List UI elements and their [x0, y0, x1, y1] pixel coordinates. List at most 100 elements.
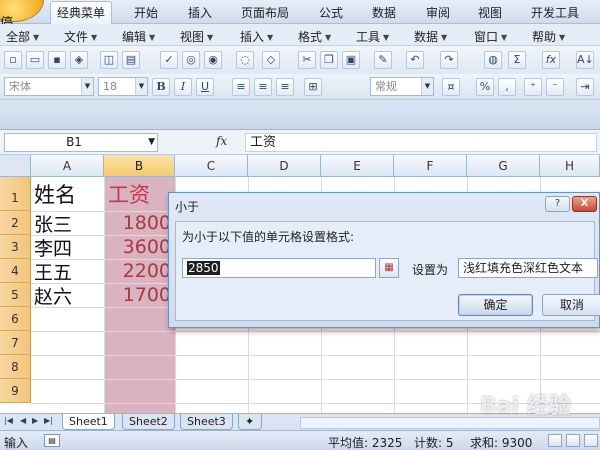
menu-help[interactable]: 帮助 ▼: [532, 28, 565, 45]
cell-b4[interactable]: 2200: [104, 260, 175, 282]
cell-b2[interactable]: 1800: [104, 212, 175, 234]
insert-sheet-icon[interactable]: ✦: [238, 414, 262, 430]
row-header-2[interactable]: 2: [0, 211, 31, 235]
row-header-3[interactable]: 3: [0, 235, 31, 259]
menu-edit[interactable]: 编辑 ▼: [122, 28, 155, 45]
permission-icon[interactable]: ◈: [70, 51, 88, 69]
save-icon[interactable]: ▪: [48, 51, 66, 69]
menu-window[interactable]: 窗口 ▼: [474, 28, 507, 45]
print-preview-icon[interactable]: ◫: [100, 51, 118, 69]
redo-icon[interactable]: ↷: [440, 51, 458, 69]
tab-formulas[interactable]: 公式: [313, 3, 349, 24]
font-name-select[interactable]: 宋体 ▼: [4, 77, 94, 96]
tab-developer[interactable]: 开发工具: [525, 3, 585, 24]
menu-format[interactable]: 格式 ▼: [298, 28, 331, 45]
align-center-icon[interactable]: ≡: [254, 78, 272, 96]
row-header-8[interactable]: 8: [0, 355, 31, 379]
cell-a3[interactable]: 李四: [34, 234, 72, 261]
sheet-tab-sheet2[interactable]: Sheet2: [122, 414, 175, 430]
align-left-icon[interactable]: ≡: [232, 78, 250, 96]
cell-a2[interactable]: 张三: [34, 210, 72, 237]
tab-view[interactable]: 视图: [472, 3, 508, 24]
paste-icon[interactable]: ▣: [342, 51, 360, 69]
underline-button[interactable]: U: [196, 78, 214, 96]
ok-button[interactable]: 确定: [458, 294, 533, 316]
sheet-tab-sheet1[interactable]: Sheet1: [62, 414, 115, 430]
research-icon[interactable]: ◎: [182, 51, 200, 69]
tab-insert[interactable]: 插入: [182, 3, 218, 24]
column-header-g[interactable]: G: [467, 155, 540, 177]
row-header-5[interactable]: 5: [0, 283, 31, 307]
italic-button[interactable]: I: [174, 78, 192, 96]
insert-function-icon[interactable]: fx: [542, 51, 560, 69]
row-header-9[interactable]: 9: [0, 379, 31, 403]
translate-icon[interactable]: ◉: [204, 51, 222, 69]
cell-a4[interactable]: 王五: [34, 258, 72, 285]
number-format-select[interactable]: 常规 ▼: [370, 77, 434, 96]
percent-button[interactable]: %: [476, 78, 494, 96]
new-file-icon[interactable]: ▫: [4, 51, 22, 69]
tab-data[interactable]: 数据: [366, 3, 402, 24]
tab-classic-menu[interactable]: 经典菜单: [50, 1, 113, 25]
cell-b5[interactable]: 1700: [104, 284, 175, 306]
hyperlink-icon[interactable]: ◍: [484, 51, 502, 69]
row-header-1[interactable]: 1: [0, 177, 31, 211]
copy-icon[interactable]: ❐: [320, 51, 338, 69]
cell-a1[interactable]: 姓名: [34, 179, 76, 209]
column-header-b[interactable]: B: [104, 155, 175, 177]
last-sheet-icon[interactable]: ▶|: [44, 416, 53, 425]
format-select[interactable]: 浅红填充色深红色文本: [458, 258, 598, 278]
column-header-d[interactable]: D: [248, 155, 321, 177]
row-header-4[interactable]: 4: [0, 259, 31, 283]
formula-input[interactable]: 工资: [245, 133, 597, 152]
help-icon[interactable]: ?: [545, 196, 570, 212]
merge-center-icon[interactable]: ⊞: [304, 78, 322, 96]
cut-icon[interactable]: ✂: [298, 51, 316, 69]
open-folder-icon[interactable]: ▭: [26, 51, 44, 69]
format-painter-icon[interactable]: ✎: [374, 51, 392, 69]
cancel-button[interactable]: 取消: [542, 294, 600, 316]
sort-ascending-icon[interactable]: A↓: [576, 51, 594, 69]
menu-data[interactable]: 数据 ▼: [414, 28, 447, 45]
menu-tools[interactable]: 工具 ▼: [356, 28, 389, 45]
prev-sheet-icon[interactable]: ◀: [20, 416, 26, 425]
normal-view-icon[interactable]: [548, 434, 562, 447]
threshold-input[interactable]: 2850: [182, 258, 376, 278]
name-box[interactable]: B1 ▼: [4, 133, 158, 152]
tab-page-layout[interactable]: 页面布局: [235, 3, 295, 24]
spelling-icon[interactable]: ✓: [160, 51, 178, 69]
cell-b1[interactable]: 工资: [104, 179, 175, 209]
menu-all[interactable]: 全部 ▼: [6, 28, 39, 45]
fx-icon[interactable]: fx: [216, 134, 227, 148]
font-size-select[interactable]: 18 ▼: [98, 77, 148, 96]
row-header-6[interactable]: 6: [0, 307, 31, 331]
close-icon[interactable]: X: [572, 196, 597, 212]
align-right-icon[interactable]: ≡: [276, 78, 294, 96]
decrease-decimal-icon[interactable]: ⁻: [546, 78, 564, 96]
page-layout-view-icon[interactable]: [566, 434, 580, 447]
paste-format-icon[interactable]: ◇: [262, 51, 280, 69]
column-header-e[interactable]: E: [321, 155, 394, 177]
increase-decimal-icon[interactable]: ⁺: [524, 78, 542, 96]
eraser-icon[interactable]: ◌: [236, 51, 254, 69]
range-picker-icon[interactable]: ▦: [379, 258, 399, 278]
bold-button[interactable]: B: [152, 78, 170, 96]
menu-insert[interactable]: 插入 ▼: [240, 28, 273, 45]
column-header-a[interactable]: A: [31, 155, 104, 177]
menu-file[interactable]: 文件 ▼: [64, 28, 97, 45]
comma-style-icon[interactable]: ,: [498, 78, 516, 96]
column-header-f[interactable]: F: [394, 155, 467, 177]
page-break-view-icon[interactable]: [584, 434, 598, 447]
autosum-icon[interactable]: Σ: [508, 51, 526, 69]
column-header-c[interactable]: C: [175, 155, 248, 177]
next-sheet-icon[interactable]: ▶: [32, 416, 38, 425]
tab-home[interactable]: 开始: [128, 3, 164, 24]
cell-a5[interactable]: 赵六: [34, 282, 72, 309]
macro-record-icon[interactable]: ▤: [44, 434, 60, 447]
first-sheet-icon[interactable]: |◀: [4, 416, 13, 425]
column-header-h[interactable]: H: [540, 155, 600, 177]
sheet-tab-sheet3[interactable]: Sheet3: [180, 414, 233, 430]
indent-icon[interactable]: ⇥: [576, 78, 594, 96]
row-header-7[interactable]: 7: [0, 331, 31, 355]
menu-view[interactable]: 视图 ▼: [180, 28, 213, 45]
